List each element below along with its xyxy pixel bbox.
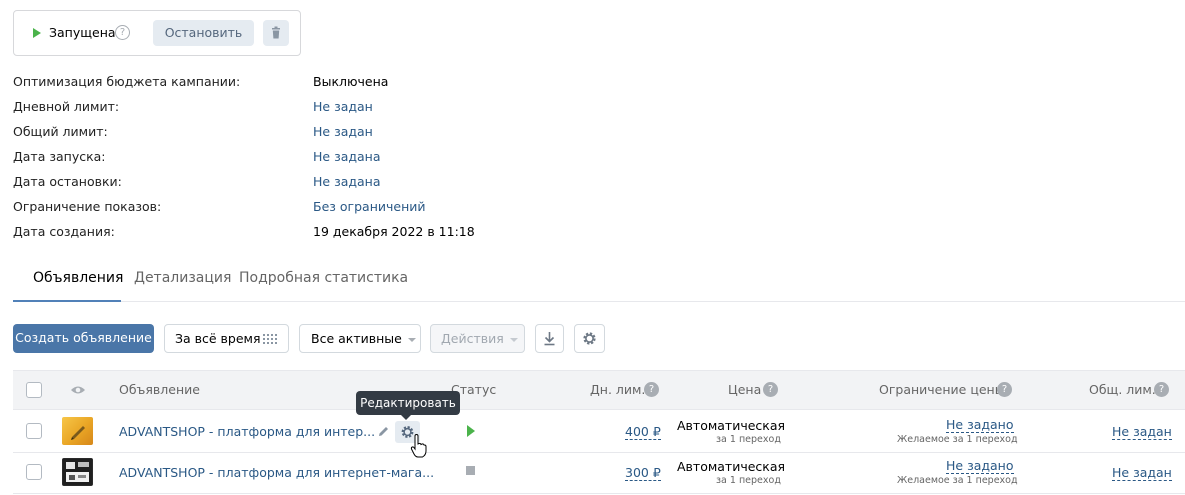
filter-dropdown[interactable]: Все активные xyxy=(299,324,421,353)
tabs-divider xyxy=(13,301,1185,302)
info-label-stop-date: Дата остановки: xyxy=(13,174,122,189)
filter-label: Все активные xyxy=(311,331,402,346)
play-icon xyxy=(33,28,41,38)
price-sub: за 1 переход xyxy=(716,434,781,445)
status-stopped-icon xyxy=(466,466,475,475)
row-checkbox[interactable] xyxy=(26,423,42,439)
hand-cursor-icon xyxy=(410,434,427,458)
column-price: Цена xyxy=(728,382,762,397)
info-value-total-limit[interactable]: Не задан xyxy=(313,124,373,139)
help-icon[interactable]: ? xyxy=(115,25,130,40)
total-limit-value[interactable]: Не задан xyxy=(1112,466,1172,481)
price-limit-sub: Желаемое за 1 переход xyxy=(897,434,1018,445)
column-daily-limit: Дн. лим. xyxy=(590,382,646,397)
price-limit-value[interactable]: Не задано xyxy=(946,459,1014,474)
delete-button[interactable] xyxy=(263,20,289,46)
price-sub: за 1 переход xyxy=(716,475,781,486)
ad-title-link[interactable]: ADVANTSHOP - платформа для интер... xyxy=(119,424,375,439)
status-running-icon xyxy=(467,425,475,437)
download-icon xyxy=(544,332,555,346)
info-value-budget-optimization: Выключена xyxy=(313,74,389,89)
info-label-created: Дата создания: xyxy=(13,224,115,239)
price-limit-value[interactable]: Не задано xyxy=(946,418,1014,433)
info-value-impression-limit[interactable]: Без ограничений xyxy=(313,199,426,214)
eye-icon xyxy=(71,386,85,394)
info-label-start-date: Дата запуска: xyxy=(13,149,106,164)
info-value-created: 19 декабря 2022 в 11:18 xyxy=(313,224,475,239)
row-divider xyxy=(13,452,1185,453)
tab-active-indicator xyxy=(13,300,121,302)
tab-details[interactable]: Детализация xyxy=(134,270,231,286)
info-label-budget-optimization: Оптимизация бюджета кампании: xyxy=(13,74,241,89)
column-ad: Объявление xyxy=(119,382,200,397)
price-value: Автоматическая xyxy=(677,418,786,433)
chevron-down-icon xyxy=(509,337,518,342)
actions-label: Действия xyxy=(441,331,504,346)
row-divider xyxy=(13,493,1185,494)
price-limit-sub: Желаемое за 1 переход xyxy=(897,475,1018,486)
period-label: За всё время xyxy=(175,331,261,346)
column-price-limit: Ограничение цены xyxy=(879,382,1005,397)
pencil-icon[interactable] xyxy=(377,425,390,438)
period-button[interactable]: За всё время xyxy=(164,324,289,353)
table-settings-button[interactable] xyxy=(574,324,605,353)
help-icon[interactable]: ? xyxy=(997,382,1012,397)
create-ad-button[interactable]: Создать объявление xyxy=(13,324,154,353)
campaign-status-box: Запущена ? Остановить xyxy=(13,10,301,56)
daily-limit-value[interactable]: 300 ₽ xyxy=(625,466,661,481)
gear-icon xyxy=(583,332,596,345)
row-checkbox[interactable] xyxy=(26,464,42,480)
stop-button[interactable]: Остановить xyxy=(153,20,254,46)
pencil-image xyxy=(71,426,85,440)
total-limit-value[interactable]: Не задан xyxy=(1112,425,1172,440)
info-value-start-date[interactable]: Не задана xyxy=(313,149,381,164)
status-label: Запущена xyxy=(49,25,116,40)
ad-thumbnail[interactable] xyxy=(62,458,93,486)
help-icon[interactable]: ? xyxy=(1154,382,1169,397)
actions-dropdown[interactable]: Действия xyxy=(430,324,525,353)
info-value-daily-limit[interactable]: Не задан xyxy=(313,99,373,114)
select-all-checkbox[interactable] xyxy=(26,382,42,398)
ad-title-link[interactable]: ADVANTSHOP - платформа для интернет-мага… xyxy=(119,465,434,480)
help-icon[interactable]: ? xyxy=(763,382,778,397)
help-icon[interactable]: ? xyxy=(644,382,659,397)
ad-thumbnail[interactable] xyxy=(62,417,93,445)
info-label-impression-limit: Ограничение показов: xyxy=(13,199,162,214)
calendar-grid-icon xyxy=(263,334,277,344)
edit-tooltip: Редактировать xyxy=(356,391,460,415)
info-value-stop-date[interactable]: Не задана xyxy=(313,174,381,189)
info-label-total-limit: Общий лимит: xyxy=(13,124,108,139)
download-button[interactable] xyxy=(535,324,564,353)
tooltip-arrow xyxy=(401,415,411,420)
tab-statistics[interactable]: Подробная статистика xyxy=(239,270,408,286)
trash-icon xyxy=(272,26,280,39)
info-label-daily-limit: Дневной лимит: xyxy=(13,99,120,114)
chevron-down-icon xyxy=(407,337,416,342)
price-value: Автоматическая xyxy=(677,459,786,474)
dashboard-image xyxy=(63,459,92,485)
column-total-limit: Общ. лим. xyxy=(1089,382,1156,397)
tab-ads[interactable]: Объявления xyxy=(33,270,123,286)
daily-limit-value[interactable]: 400 ₽ xyxy=(625,425,661,440)
